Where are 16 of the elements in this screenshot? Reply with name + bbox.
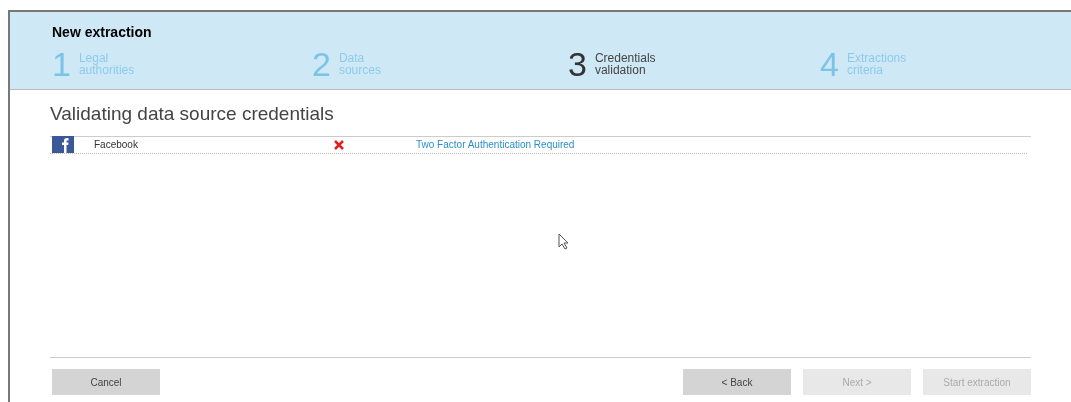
- source-name: Facebook: [94, 138, 139, 152]
- step-label: Extractions criteria: [846, 52, 907, 76]
- step-number: 3: [568, 49, 587, 79]
- page-heading: Validating data source credentials: [50, 102, 335, 126]
- step-label: Credentials validation: [594, 52, 656, 76]
- wizard-button[interactable]: < Back: [683, 369, 791, 395]
- window-title: New extraction: [52, 23, 153, 42]
- step-number: 4: [820, 49, 839, 79]
- step-label: Legal authorities: [78, 52, 135, 76]
- cursor-icon: [558, 233, 570, 250]
- step-number: 1: [52, 49, 71, 79]
- status-text: Two Factor Authentication Required: [416, 138, 575, 152]
- wizard-button[interactable]: Cancel: [52, 369, 160, 395]
- step-label: Data sources: [338, 52, 381, 76]
- step-number: 2: [312, 49, 331, 79]
- facebook-icon: [52, 136, 74, 153]
